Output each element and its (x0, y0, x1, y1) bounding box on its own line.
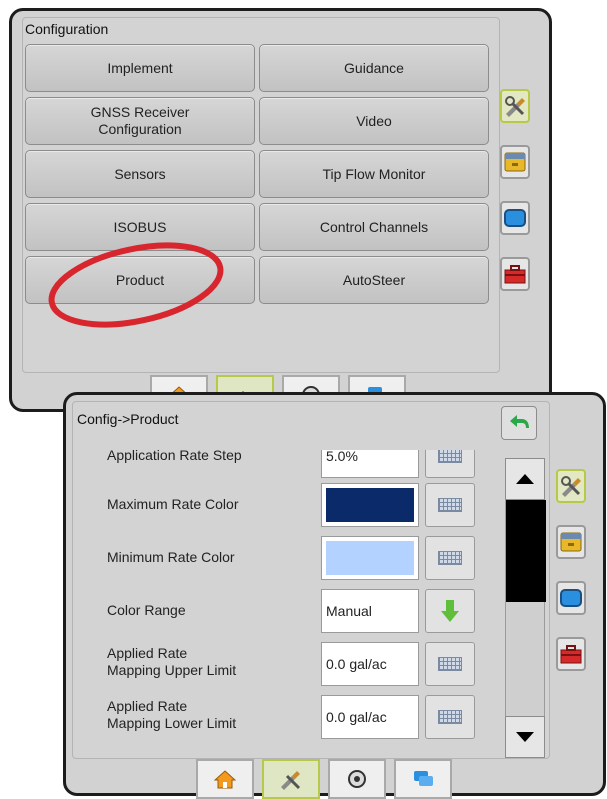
configuration-title: Configuration (25, 21, 109, 37)
sensors-button[interactable]: Sensors (25, 150, 255, 198)
toolbox-icon (504, 265, 526, 284)
configuration-panel: Configuration Implement Guidance GNSS Re… (9, 8, 552, 415)
home-tab[interactable] (196, 759, 254, 799)
implement-button[interactable]: Implement (25, 44, 255, 92)
setting-row-minimum-rate-color: Minimum Rate Color (73, 533, 503, 583)
product-config-title: Config->Product (77, 411, 179, 427)
highlight-ellipse (48, 242, 224, 328)
scroll-down-button[interactable] (505, 716, 545, 758)
triangle-up-icon (516, 474, 534, 484)
tip-flow-monitor-button[interactable]: Tip Flow Monitor (259, 150, 489, 198)
setting-label: Applied Rate Mapping Lower Limit (107, 698, 237, 731)
chat-tab[interactable] (394, 759, 452, 799)
tools-side-button[interactable] (500, 89, 530, 123)
keyboard-button[interactable] (425, 450, 475, 478)
dropdown-button[interactable] (425, 589, 475, 633)
scroll-thumb[interactable] (506, 500, 546, 602)
screen-side-button[interactable] (500, 201, 530, 235)
product-config-content: Config->Product Application Rate Step 5.… (72, 401, 550, 759)
setting-label: Applied Rate Mapping Upper Limit (107, 645, 237, 678)
product-config-panel: Config->Product Application Rate Step 5.… (63, 392, 606, 799)
screen-icon (560, 589, 582, 607)
setting-row-applied-rate-lower-limit: Applied Rate Mapping Lower Limit 0.0 gal… (73, 692, 503, 742)
screen-side-button[interactable] (556, 581, 586, 615)
setting-row-applied-rate-upper-limit: Applied Rate Mapping Upper Limit 0.0 gal… (73, 639, 503, 689)
toolbox-icon (560, 645, 582, 664)
arrow-down-icon (441, 600, 459, 622)
gauge-icon (348, 770, 366, 788)
setting-value[interactable]: 5.0% (321, 450, 419, 478)
side-toolbar (500, 89, 530, 309)
home-icon (214, 770, 236, 789)
setting-row-application-rate-step: Application Rate Step 5.0% (73, 450, 503, 480)
drawer-side-button[interactable] (500, 145, 530, 179)
side-toolbar (556, 469, 586, 689)
screen-icon (504, 209, 526, 227)
tools-side-button[interactable] (556, 469, 586, 503)
video-button[interactable]: Video (259, 97, 489, 145)
back-arrow-icon (510, 415, 529, 428)
drawer-icon (504, 152, 526, 172)
color-swatch-box[interactable] (321, 483, 419, 527)
gnss-receiver-configuration-button[interactable]: GNSS Receiver Configuration (25, 97, 255, 145)
keyboard-button[interactable] (425, 695, 475, 739)
gauge-tab[interactable] (328, 759, 386, 799)
setting-label: Color Range (107, 602, 186, 618)
toolbox-side-button[interactable] (556, 637, 586, 671)
drawer-side-button[interactable] (556, 525, 586, 559)
setting-row-color-range: Color Range Manual (73, 586, 503, 636)
keyboard-icon (438, 551, 462, 565)
tools-icon (281, 771, 301, 790)
tools-icon (505, 96, 525, 117)
tools-icon (561, 476, 581, 497)
setting-label: Minimum Rate Color (107, 549, 235, 565)
guidance-button[interactable]: Guidance (259, 44, 489, 92)
toolbox-side-button[interactable] (500, 257, 530, 291)
color-swatch-box[interactable] (321, 536, 419, 580)
minimum-rate-color-swatch (326, 541, 414, 575)
scroll-up-button[interactable] (505, 458, 545, 500)
setting-value[interactable]: Manual (321, 589, 419, 633)
keyboard-icon (438, 710, 462, 724)
drawer-icon (560, 532, 582, 552)
autosteer-button[interactable]: AutoSteer (259, 256, 489, 304)
chat-icon (414, 771, 433, 786)
back-button[interactable] (501, 406, 537, 440)
keyboard-icon (438, 450, 462, 463)
maximum-rate-color-swatch (326, 488, 414, 522)
scrollbar[interactable] (505, 458, 546, 758)
bottom-tab-bar (196, 759, 466, 799)
tools-tab[interactable] (262, 759, 320, 799)
setting-value[interactable]: 0.0 gal/ac (321, 695, 419, 739)
setting-value[interactable]: 0.0 gal/ac (321, 642, 419, 686)
triangle-down-icon (516, 732, 534, 742)
setting-label: Maximum Rate Color (107, 496, 239, 512)
keyboard-button[interactable] (425, 536, 475, 580)
setting-row-maximum-rate-color: Maximum Rate Color (73, 480, 503, 530)
keyboard-icon (438, 498, 462, 512)
setting-label: Application Rate Step (107, 450, 242, 463)
keyboard-icon (438, 657, 462, 671)
keyboard-button[interactable] (425, 642, 475, 686)
keyboard-button[interactable] (425, 483, 475, 527)
scroll-track-bg[interactable] (505, 500, 546, 716)
control-channels-button[interactable]: Control Channels (259, 203, 489, 251)
